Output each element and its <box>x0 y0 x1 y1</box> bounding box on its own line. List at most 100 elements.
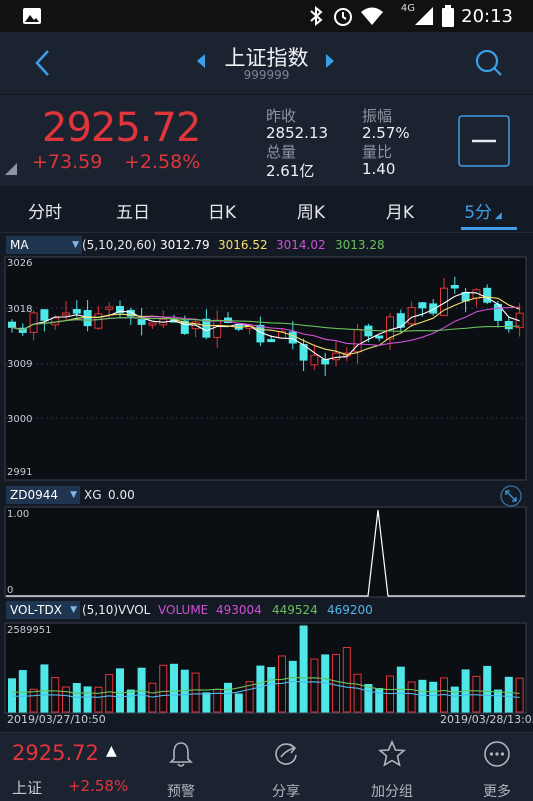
xg-value: 0.00 <box>108 488 135 502</box>
bell-icon <box>169 742 193 767</box>
volume-bar <box>202 692 211 713</box>
tab-weekly-k[interactable]: 周K <box>276 198 346 223</box>
candle-body <box>364 325 373 337</box>
volume-bar <box>418 679 427 713</box>
volume-bar <box>450 686 459 713</box>
start-time-label: 2019/03/27/10:50 <box>7 713 106 726</box>
prev-close-value: 2852.13 <box>266 124 329 142</box>
tab-five-day[interactable]: 五日 <box>98 198 168 223</box>
share-icon <box>275 743 297 765</box>
candle-body <box>72 309 81 314</box>
candle-body <box>8 321 16 328</box>
volume-bar <box>105 674 114 713</box>
more-label: 更多 <box>483 784 511 800</box>
vol-indicator-name: VOL-TDX <box>10 603 62 617</box>
volume-bar <box>504 676 513 713</box>
ma-params: (5,10,20,60) <box>82 238 157 252</box>
candle-body <box>288 331 297 344</box>
volume-bar <box>267 667 276 713</box>
volume-bar <box>94 686 103 713</box>
dropdown-icon: ▼ <box>72 240 79 250</box>
volume-bar <box>515 677 524 713</box>
volume-bar <box>483 665 492 713</box>
candle-body <box>450 284 459 289</box>
stock-code: 999999 <box>243 68 290 82</box>
volume-bar <box>407 681 416 713</box>
active-tab-indicator <box>461 227 517 230</box>
xg-label: XG <box>84 488 102 502</box>
volume-bar <box>40 664 49 713</box>
end-time-label: 2019/03/28/13:05 <box>440 713 533 726</box>
candle-body <box>29 312 38 333</box>
volume-bar <box>353 673 362 713</box>
tab-daily-k[interactable]: 日K <box>187 198 257 223</box>
alert-button[interactable]: 预警 <box>141 739 221 801</box>
volume-chart[interactable] <box>0 622 533 714</box>
price-change: +73.59 <box>32 151 103 173</box>
vol-ma10-value: 469200 <box>327 603 373 617</box>
volume-bar <box>224 682 232 713</box>
stock-header: 上证指数 999999 <box>0 32 533 94</box>
current-price: 2925.72 <box>42 105 201 151</box>
candle-body <box>418 302 427 309</box>
volume-bar <box>62 686 70 713</box>
volume-ratio-value: 1.40 <box>362 160 396 178</box>
volume-bar <box>83 686 92 713</box>
volume-bar <box>310 658 319 713</box>
candle-body <box>94 313 103 329</box>
quote-panel: 2925.72 +73.59 +2.58% 昨收 2852.13 总量 2.61… <box>0 94 533 187</box>
add-group-label: 加分组 <box>371 784 413 800</box>
share-button[interactable]: 分享 <box>246 739 326 801</box>
volume-bar <box>342 647 351 713</box>
signal-icon <box>415 7 433 25</box>
ma-indicator-selector[interactable]: MA ▼ <box>6 236 82 254</box>
more-icon <box>484 741 510 767</box>
alarm-icon <box>334 8 352 26</box>
status-bar: 4G 20:13 <box>0 0 533 32</box>
volume-label: VOLUME <box>158 603 209 617</box>
candle-body <box>504 321 513 330</box>
bottom-nav: 2925.72 ▲ 上证 +2.58% 预警 分享 加分组 更多 <box>0 732 533 801</box>
next-arrow-icon[interactable] <box>325 54 335 68</box>
add-group-button[interactable]: 加分组 <box>352 739 432 801</box>
volume-ratio-label: 量比 <box>362 143 393 161</box>
candlestick-chart[interactable] <box>0 256 533 482</box>
volume-bar <box>288 660 297 713</box>
volume-bar <box>29 688 38 713</box>
tab-5min[interactable]: 5分 ◢ <box>448 198 518 223</box>
prev-close-label: 昨收 <box>266 107 297 125</box>
candle-body <box>407 306 416 325</box>
volume-bar <box>191 672 200 713</box>
battery-icon <box>442 5 454 27</box>
tab-monthly-k[interactable]: 月K <box>365 198 435 223</box>
y-axis-label-bottom: 2991 <box>7 467 33 478</box>
y-axis-label-2: 3018 <box>7 304 33 315</box>
candle-body <box>148 322 157 326</box>
total-volume-value: 2.61亿 <box>266 162 315 180</box>
remove-watchlist-button[interactable] <box>458 115 510 167</box>
tab-intraday[interactable]: 分时 <box>10 198 80 223</box>
volume-bar <box>18 670 27 713</box>
period-tabs: 分时 五日 日K 周K 月K 5分 ◢ <box>0 186 533 233</box>
search-icon[interactable] <box>474 48 504 78</box>
volume-bar <box>159 664 168 713</box>
more-button[interactable]: 更多 <box>457 739 533 801</box>
candle-body <box>213 319 222 339</box>
candle-body <box>332 352 340 361</box>
volume-bar <box>299 625 308 713</box>
expand-icon[interactable] <box>499 484 523 508</box>
vol-indicator-selector[interactable]: VOL-TDX ▼ <box>6 601 80 619</box>
amplitude-value: 2.57% <box>362 124 410 142</box>
ma5-value: 3012.79 <box>160 238 210 252</box>
candle-body <box>202 318 211 338</box>
zd-indicator-selector[interactable]: ZD0944 ▼ <box>6 486 80 504</box>
candle-body <box>40 309 49 321</box>
tab-5min-label: 5分 <box>464 203 493 223</box>
volume-bar <box>429 681 438 713</box>
zd-indicator-chart[interactable] <box>0 506 533 599</box>
zd-y-label-top: 1.00 <box>7 509 30 520</box>
ma10-value: 3016.52 <box>218 238 268 252</box>
volume-bar <box>332 653 340 713</box>
clock: 20:13 <box>461 6 513 27</box>
candle-body <box>375 335 384 339</box>
